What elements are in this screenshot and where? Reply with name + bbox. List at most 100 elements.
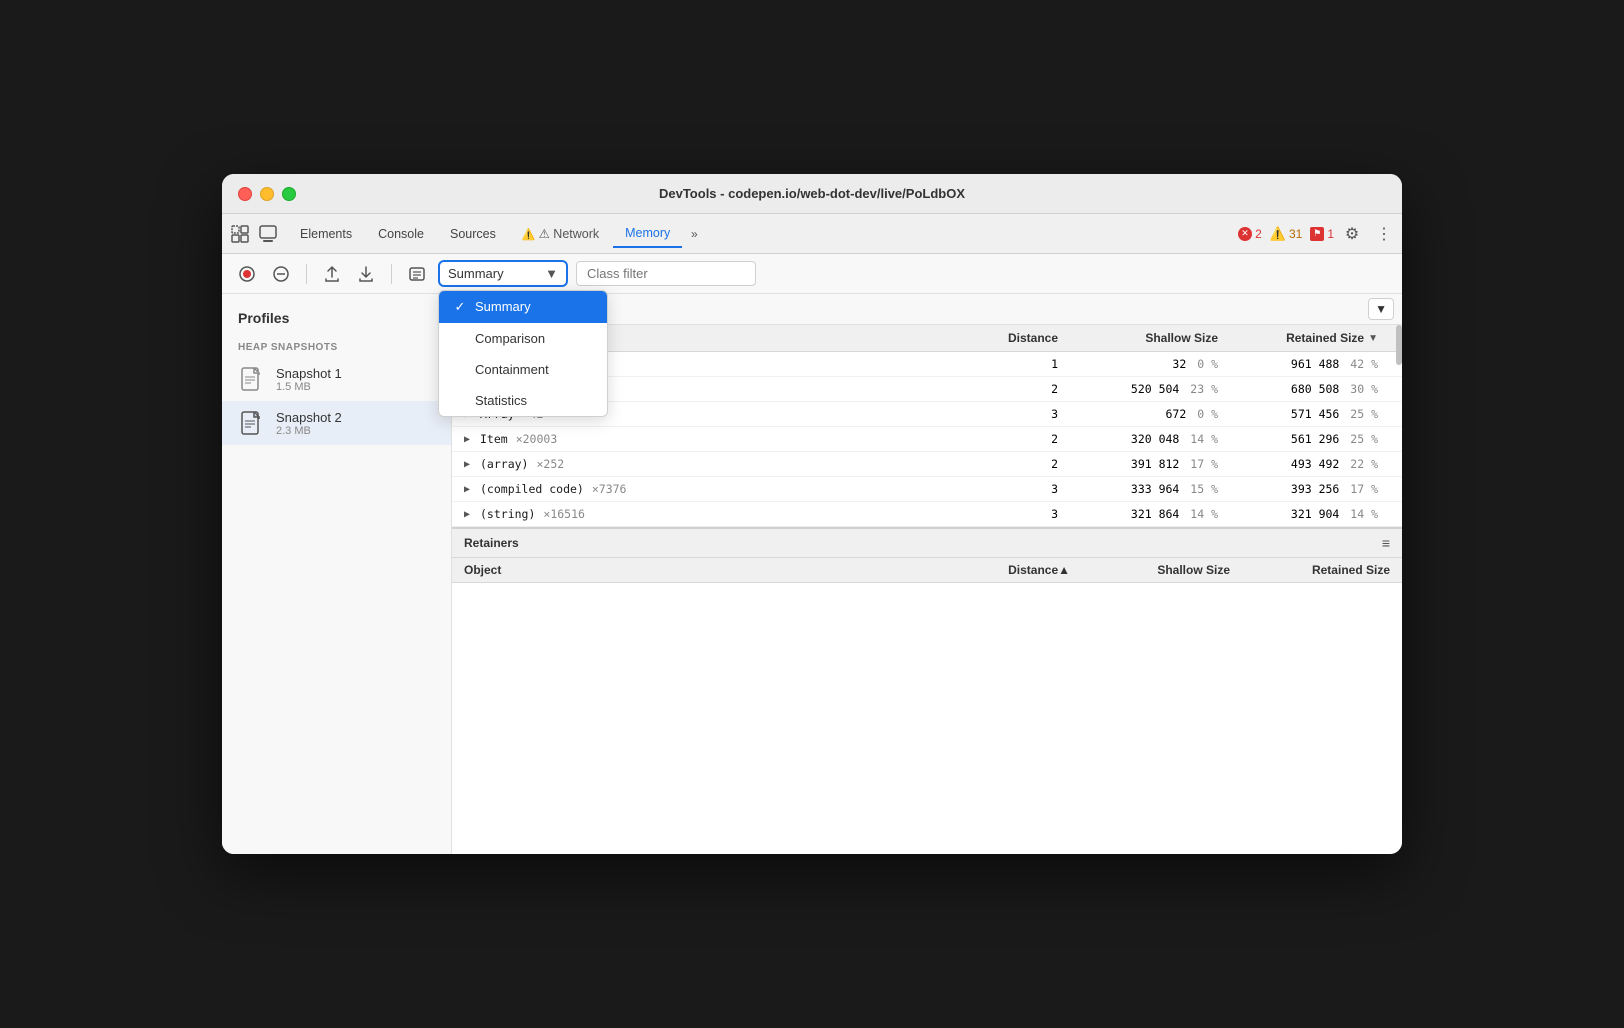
main-content: Profiles HEAP SNAPSHOTS Snapshot 1 1.5 M <box>222 294 1402 854</box>
traffic-lights <box>238 187 296 201</box>
retainers-table-header: Object Distance▲ Shallow Size Retained S… <box>452 558 1402 583</box>
checkmark-icon: ✓ <box>453 299 467 315</box>
snapshot-1-info: Snapshot 1 1.5 MB <box>276 366 342 393</box>
error-badge[interactable]: ✕ 2 <box>1238 227 1262 241</box>
class-filter-input[interactable] <box>576 261 756 286</box>
th-shallow-size[interactable]: Shallow Size <box>1070 325 1230 351</box>
td-shallow-3: 320 048 14 % <box>1070 427 1230 451</box>
td-shallow-2: 672 0 % <box>1070 402 1230 426</box>
rth-distance[interactable]: Distance▲ <box>982 558 1082 582</box>
minimize-button[interactable] <box>260 187 274 201</box>
divider-2 <box>391 264 392 284</box>
dropdown-chevron-icon: ▼ <box>545 266 558 281</box>
td-constructor-3: ▶ Item ×20003 <box>452 427 970 451</box>
snapshot-2-info: Snapshot 2 2.3 MB <box>276 410 342 437</box>
summary-dropdown-wrapper: Summary ▼ ✓ Summary Comparison Containme… <box>438 260 568 287</box>
tab-network[interactable]: ⚠ Network <box>510 220 611 247</box>
tab-sources[interactable]: Sources <box>438 221 508 247</box>
sidebar-title: Profiles <box>222 306 451 334</box>
td-shallow-1: 520 504 23 % <box>1070 377 1230 401</box>
window-title: DevTools - codepen.io/web-dot-dev/live/P… <box>659 186 965 201</box>
dropdown-menu: ✓ Summary Comparison Containment Statist… <box>438 290 608 417</box>
td-retained-4: 493 492 22 % <box>1230 452 1390 476</box>
td-distance-5: 3 <box>970 477 1070 501</box>
table-row[interactable]: ▶ Item ×20003 2 320 048 14 % 561 296 25 … <box>452 427 1402 452</box>
td-retained-6: 321 904 14 % <box>1230 502 1390 526</box>
dropdown-item-containment[interactable]: Containment <box>439 354 607 385</box>
flag-icon: ⚑ <box>1310 227 1324 241</box>
error-icon: ✕ <box>1238 227 1252 241</box>
rth-object[interactable]: Object <box>452 558 982 582</box>
flag-badge[interactable]: ⚑ 1 <box>1310 227 1334 241</box>
td-retained-5: 393 256 17 % <box>1230 477 1390 501</box>
summary-dropdown[interactable]: Summary ▼ <box>438 260 568 287</box>
table-row[interactable]: ▶ (compiled code) ×7376 3 333 964 15 % 3… <box>452 477 1402 502</box>
download-button[interactable] <box>353 261 379 287</box>
toolbar: Summary ▼ ✓ Summary Comparison Containme… <box>222 254 1402 294</box>
td-distance-1: 2 <box>970 377 1070 401</box>
retainers-body <box>452 583 1402 663</box>
tab-memory[interactable]: Memory <box>613 220 682 248</box>
td-constructor-6: ▶ (string) ×16516 <box>452 502 970 526</box>
divider-1 <box>306 264 307 284</box>
expand-icon-3[interactable]: ▶ <box>464 434 476 445</box>
td-retained-1: 680 508 30 % <box>1230 377 1390 401</box>
snapshot-2[interactable]: Snapshot 2 2.3 MB <box>222 401 451 445</box>
th-retained-size[interactable]: Retained Size ▼ <box>1230 325 1390 351</box>
cursor-icon[interactable] <box>230 224 250 244</box>
sidebar: Profiles HEAP SNAPSHOTS Snapshot 1 1.5 M <box>222 294 452 854</box>
td-shallow-5: 333 964 15 % <box>1070 477 1230 501</box>
dropdown-item-summary[interactable]: ✓ Summary <box>439 291 607 323</box>
summary-dropdown-label: Summary <box>448 266 504 281</box>
td-retained-0: 961 488 42 % <box>1230 352 1390 376</box>
inspect-icon[interactable] <box>258 224 278 244</box>
sidebar-section-label: HEAP SNAPSHOTS <box>222 334 451 357</box>
rth-shallow-size[interactable]: Shallow Size <box>1082 558 1242 582</box>
td-retained-2: 571 456 25 % <box>1230 402 1390 426</box>
snapshot-1-size: 1.5 MB <box>276 381 342 393</box>
scrollbar-thumb[interactable] <box>1396 325 1402 365</box>
td-distance-0: 1 <box>970 352 1070 376</box>
th-distance[interactable]: Distance <box>970 325 1070 351</box>
td-constructor-5: ▶ (compiled code) ×7376 <box>452 477 970 501</box>
td-shallow-0: 32 0 % <box>1070 352 1230 376</box>
expand-icon-4[interactable]: ▶ <box>464 459 476 470</box>
warning-badge[interactable]: ⚠️ 31 <box>1270 226 1303 242</box>
close-button[interactable] <box>238 187 252 201</box>
more-tabs-icon[interactable]: » <box>684 224 704 244</box>
snapshot-1[interactable]: Snapshot 1 1.5 MB <box>222 357 451 401</box>
error-count: 2 <box>1255 227 1262 241</box>
table-row[interactable]: ▶ (string) ×16516 3 321 864 14 % 321 904… <box>452 502 1402 527</box>
expand-icon-5[interactable]: ▶ <box>464 484 476 495</box>
snapshot-button[interactable] <box>404 261 430 287</box>
upload-button[interactable] <box>319 261 345 287</box>
record-button[interactable] <box>234 261 260 287</box>
td-constructor-4: ▶ (array) ×252 <box>452 452 970 476</box>
dropdown-item-statistics[interactable]: Statistics <box>439 385 607 416</box>
filter-dropdown[interactable]: ▼ <box>1368 298 1394 320</box>
maximize-button[interactable] <box>282 187 296 201</box>
devtools-window: DevTools - codepen.io/web-dot-dev/live/P… <box>222 174 1402 854</box>
scrollbar-area <box>1390 325 1402 351</box>
table-row[interactable]: ▶ (array) ×252 2 391 812 17 % 493 492 22… <box>452 452 1402 477</box>
rth-retained-size[interactable]: Retained Size <box>1242 558 1402 582</box>
settings-icon[interactable]: ⚙ <box>1342 224 1362 244</box>
titlebar: DevTools - codepen.io/web-dot-dev/live/P… <box>222 174 1402 214</box>
devtools-icons <box>230 224 278 244</box>
tab-console[interactable]: Console <box>366 221 436 247</box>
snapshot-1-name: Snapshot 1 <box>276 366 342 381</box>
expand-icon-6[interactable]: ▶ <box>464 509 476 520</box>
filter-dropdown-label: ▼ <box>1375 302 1387 316</box>
retainers-menu-icon[interactable]: ≡ <box>1382 535 1390 551</box>
sort-arrow-icon: ▼ <box>1368 333 1378 344</box>
more-options-icon[interactable]: ⋮ <box>1374 224 1394 244</box>
clear-button[interactable] <box>268 261 294 287</box>
tab-elements[interactable]: Elements <box>288 221 364 247</box>
warning-icon: ⚠️ <box>1270 226 1286 242</box>
snapshot-icon-1 <box>238 365 266 393</box>
snapshot-2-size: 2.3 MB <box>276 425 342 437</box>
tab-badges: ✕ 2 ⚠️ 31 ⚑ 1 ⚙ ⋮ <box>1238 224 1394 244</box>
dropdown-item-comparison[interactable]: Comparison <box>439 323 607 354</box>
snapshot-icon-2 <box>238 409 266 437</box>
retainers-section: Retainers ≡ Object Distance▲ Shallow Siz… <box>452 527 1402 663</box>
